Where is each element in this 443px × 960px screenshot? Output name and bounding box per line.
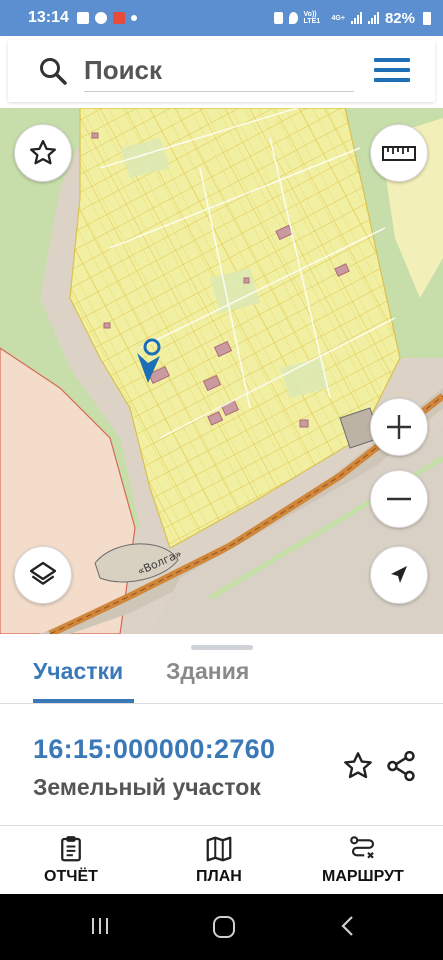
battery-percent: 82% bbox=[384, 9, 415, 27]
layers-button[interactable] bbox=[14, 546, 72, 604]
active-tab-indicator bbox=[33, 699, 134, 703]
network-label: Vo)) LTE1 bbox=[303, 11, 321, 25]
locate-button[interactable] bbox=[370, 546, 428, 604]
signal-icon-2 bbox=[367, 12, 379, 24]
drag-handle[interactable] bbox=[191, 645, 253, 650]
report-button[interactable]: ОТЧЁТ bbox=[44, 834, 98, 886]
home-icon[interactable] bbox=[211, 914, 237, 940]
menu-icon[interactable] bbox=[374, 58, 410, 84]
share-icon[interactable] bbox=[384, 748, 418, 784]
more-notifications-icon bbox=[130, 15, 137, 21]
route-icon bbox=[350, 836, 374, 859]
tab-parcels[interactable]: Участки bbox=[33, 658, 123, 685]
parcel-type: Земельный участок bbox=[33, 774, 261, 800]
location-icon bbox=[288, 12, 298, 24]
app-icon bbox=[112, 12, 125, 24]
bottom-sheet-tabs: Участки Здания bbox=[0, 634, 443, 704]
ruler-icon bbox=[382, 146, 416, 161]
tab-buildings[interactable]: Здания bbox=[166, 658, 249, 685]
back-icon[interactable] bbox=[338, 914, 358, 938]
system-indicators: Vo)) LTE1 4G+ 82% bbox=[273, 9, 431, 27]
parcel-card[interactable]: 16:15:000000:2760 Земельный участок bbox=[0, 704, 443, 826]
bottom-nav: ОТЧЁТ ПЛАН МАРШРУТ bbox=[0, 826, 443, 894]
route-button[interactable]: МАРШРУТ bbox=[322, 834, 404, 886]
status-time: 13:14 bbox=[28, 9, 69, 26]
signal-icon bbox=[350, 12, 362, 24]
status-bar: 13:14 Vo)) LTE1 4G+ 82% bbox=[0, 0, 443, 36]
star-icon[interactable] bbox=[342, 750, 374, 782]
search-icon[interactable] bbox=[38, 56, 68, 86]
measure-button[interactable] bbox=[370, 124, 428, 182]
favorite-button[interactable] bbox=[14, 124, 72, 182]
minus-icon bbox=[387, 497, 411, 501]
clipboard-icon bbox=[61, 836, 81, 862]
plan-button[interactable]: ПЛАН bbox=[196, 834, 242, 886]
gallery-icon bbox=[76, 12, 89, 24]
battery-icon bbox=[423, 11, 431, 25]
plan-label: ПЛАН bbox=[196, 868, 242, 885]
chat-icon bbox=[94, 12, 107, 24]
cadastral-number[interactable]: 16:15:000000:2760 bbox=[33, 734, 275, 765]
map-icon bbox=[206, 836, 232, 862]
recents-icon[interactable] bbox=[88, 914, 112, 938]
layers-icon bbox=[29, 561, 57, 585]
zoom-out-button[interactable] bbox=[370, 470, 428, 528]
lock-icon bbox=[273, 12, 283, 24]
plus-icon bbox=[387, 415, 411, 439]
route-label: МАРШРУТ bbox=[322, 868, 404, 885]
zoom-in-button[interactable] bbox=[370, 398, 428, 456]
search-bar bbox=[0, 36, 443, 108]
report-label: ОТЧЁТ bbox=[44, 868, 98, 885]
system-nav-bar bbox=[0, 894, 443, 960]
star-icon bbox=[30, 140, 56, 165]
cadastral-map[interactable]: «Волга» bbox=[0, 108, 443, 634]
search-box bbox=[8, 40, 435, 102]
navigation-arrow-icon bbox=[391, 566, 407, 583]
network-gen: 4G+ bbox=[331, 14, 345, 22]
notification-icons bbox=[76, 12, 137, 24]
search-input[interactable] bbox=[84, 50, 354, 92]
